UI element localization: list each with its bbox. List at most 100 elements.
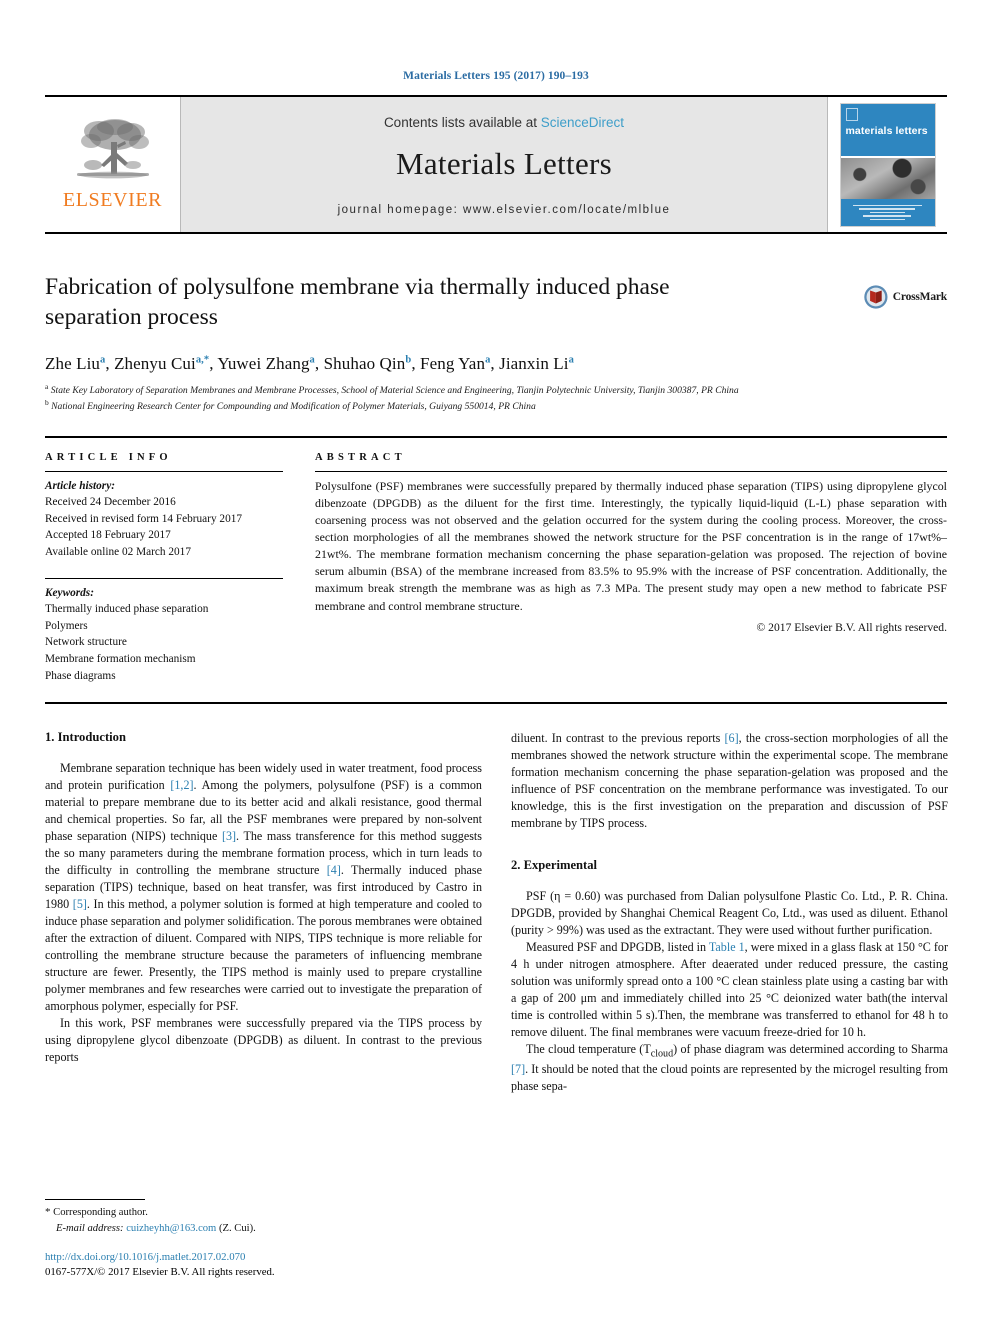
experimental-paragraph-2: Measured PSF and DPGDB, listed in Table …: [511, 939, 948, 1041]
history-item: Available online 02 March 2017: [45, 545, 191, 558]
keyword-item: Network structure: [45, 636, 127, 649]
journal-cover-panel: materials letters: [827, 97, 947, 232]
keyword-item: Membrane formation mechanism: [45, 652, 196, 665]
history-item: Received in revised form 14 February 201…: [45, 512, 243, 525]
author-name: Zhenyu Cui: [114, 354, 196, 373]
cover-journal-title: materials letters: [845, 124, 928, 137]
history-item: Accepted 18 February 2017: [45, 529, 171, 542]
text-run: , were mixed in a glass flask at 150 °C …: [511, 939, 949, 1039]
doi-block: http://dx.doi.org/10.1016/j.matlet.2017.…: [45, 1250, 482, 1281]
cover-text-line: [859, 208, 915, 210]
affiliation-text: State Key Laboratory of Separation Membr…: [50, 385, 739, 397]
abstract-copyright: © 2017 Elsevier B.V. All rights reserved…: [756, 620, 947, 634]
journal-masthead: ELSEVIER Contents lists available at Sci…: [45, 95, 947, 234]
experimental-paragraph-1: PSF (η = 0.60) was purchased from Dalian…: [511, 889, 948, 937]
citation-ref[interactable]: [6]: [725, 731, 739, 745]
text-run: Measured PSF and DPGDB, listed in: [526, 939, 709, 954]
corresponding-marker: *: [45, 1205, 51, 1218]
section-heading-experimental: 2. Experimental: [511, 858, 598, 873]
crossmark-badge[interactable]: CrossMark: [863, 274, 947, 320]
article-history-group: Article history: Received 24 December 20…: [45, 478, 283, 561]
affiliation-marker: b: [45, 397, 49, 407]
text-run: ) of phase diagram was determined accord…: [673, 1041, 949, 1056]
title-block: Fabrication of polysulfone membrane via …: [45, 272, 947, 338]
author-name: Yuwei Zhang: [217, 354, 310, 373]
elsevier-logo: ELSEVIER: [45, 97, 181, 232]
abstract-label: ABSTRACT: [315, 451, 406, 463]
journal-title: Materials Letters: [396, 146, 612, 181]
text-run: . In this method, a polymer solution is …: [45, 897, 482, 1013]
article-info-label: ARTICLE INFO: [45, 451, 172, 463]
page-footer: * Corresponding author. E-mail address: …: [45, 1198, 482, 1281]
article-info-column: ARTICLE INFO Article history: Received 2…: [45, 452, 303, 685]
experimental-paragraph-3: The cloud temperature (Tcloud) of phase …: [511, 1041, 948, 1096]
affiliation-text: National Engineering Research Center for…: [51, 400, 536, 412]
elsevier-wordmark: ELSEVIER: [62, 189, 163, 211]
masthead-center: Contents lists available at ScienceDirec…: [181, 97, 827, 232]
author-name: Feng Yan: [420, 354, 486, 373]
cover-micrograph-image: [840, 156, 935, 200]
author-name: Jianxin Li: [499, 354, 569, 373]
text-run: diluent. In contrast to the previous rep…: [511, 731, 725, 746]
cover-text-line: [853, 204, 922, 206]
page-title: Fabrication of polysulfone membrane via …: [45, 274, 670, 331]
cover-header: materials letters: [840, 103, 935, 157]
table-ref[interactable]: Table 1: [709, 940, 745, 954]
keyword-item: Phase diagrams: [45, 669, 116, 682]
keywords-heading: Keywords:: [45, 586, 94, 599]
email-owner: (Z. Cui).: [218, 1222, 256, 1234]
crossmark-label: CrossMark: [892, 291, 947, 303]
author-name: Shuhao Qin: [323, 354, 406, 373]
running-head: Materials Letters 195 (2017) 190–193: [403, 70, 589, 82]
keyword-item: Thermally induced phase separation: [45, 603, 209, 616]
section-heading-introduction: 1. Introduction: [45, 730, 126, 745]
elsevier-tree-icon: [76, 119, 149, 179]
article-history-heading: Article history:: [45, 479, 115, 492]
journal-homepage[interactable]: journal homepage: www.elsevier.com/locat…: [338, 204, 671, 216]
journal-cover-thumbnail: materials letters: [839, 102, 936, 227]
issn-copyright-line: 0167-577X/© 2017 Elsevier B.V. All right…: [45, 1266, 275, 1279]
citation-ref[interactable]: [5]: [73, 897, 87, 911]
author-list: Zhe Liua, Zhenyu Cuia,*, Yuwei Zhanga, S…: [45, 354, 574, 373]
citation-ref[interactable]: [3]: [222, 829, 236, 843]
citation-ref[interactable]: [4]: [327, 863, 341, 877]
article-page: Materials Letters 195 (2017) 190–193 ELS…: [0, 0, 992, 1323]
citation-ref[interactable]: [7]: [511, 1062, 525, 1076]
abstract-column: ABSTRACT Polysulfone (PSF) membranes wer…: [303, 452, 947, 685]
doi-link[interactable]: http://dx.doi.org/10.1016/j.matlet.2017.…: [45, 1250, 482, 1266]
affiliation-list: a State Key Laboratory of Separation Mem…: [45, 382, 947, 414]
text-run: . It should be noted that the cloud poin…: [511, 1062, 948, 1094]
divider: [45, 470, 283, 472]
body-column-left: 1. Introduction Membrane separation tech…: [45, 730, 482, 1200]
author-affil-marker: b: [405, 354, 412, 366]
text-run: In this work, PSF membranes were success…: [45, 1015, 482, 1064]
corresponding-author-note: * Corresponding author. E-mail address: …: [45, 1204, 482, 1237]
cover-text-line: [863, 215, 911, 217]
affiliation-marker: a: [45, 382, 49, 391]
contents-prefix: Contents lists available at: [383, 115, 541, 130]
sciencedirect-link[interactable]: ScienceDirect: [541, 115, 624, 130]
divider: [45, 577, 283, 579]
text-run: , the cross-section morphologies of all …: [511, 731, 949, 831]
keyword-item: Polymers: [45, 619, 88, 632]
keywords-group: Keywords: Thermally induced phase separa…: [45, 585, 283, 685]
author-affil-marker: a: [100, 354, 106, 366]
author-name: Zhe Liu: [45, 354, 100, 373]
affiliation-item: b National Engineering Research Center f…: [45, 398, 947, 414]
cover-text-line: [870, 211, 905, 214]
cover-footer: [840, 199, 935, 226]
footer-divider: [45, 1198, 145, 1200]
citation-ref[interactable]: [1,2]: [170, 778, 193, 792]
intro-paragraph-1: Membrane separation technique has been w…: [45, 760, 482, 1015]
email-link[interactable]: cuizheyhh@163.com: [126, 1223, 216, 1234]
intro-paragraph-2-cont: diluent. In contrast to the previous rep…: [511, 730, 948, 832]
abstract-text: Polysulfone (PSF) membranes were success…: [315, 478, 947, 613]
corresponding-label: Corresponding author.: [53, 1206, 148, 1218]
intro-paragraph-2: In this work, PSF membranes were success…: [45, 1015, 482, 1066]
crossmark-icon: [864, 285, 888, 309]
author-affil-marker: a: [485, 354, 491, 366]
subscript-cloud: cloud: [650, 1048, 674, 1060]
email-label: E-mail address:: [56, 1222, 124, 1234]
text-run: The cloud temperature (T: [526, 1041, 651, 1056]
author-affil-marker: a: [309, 354, 315, 366]
